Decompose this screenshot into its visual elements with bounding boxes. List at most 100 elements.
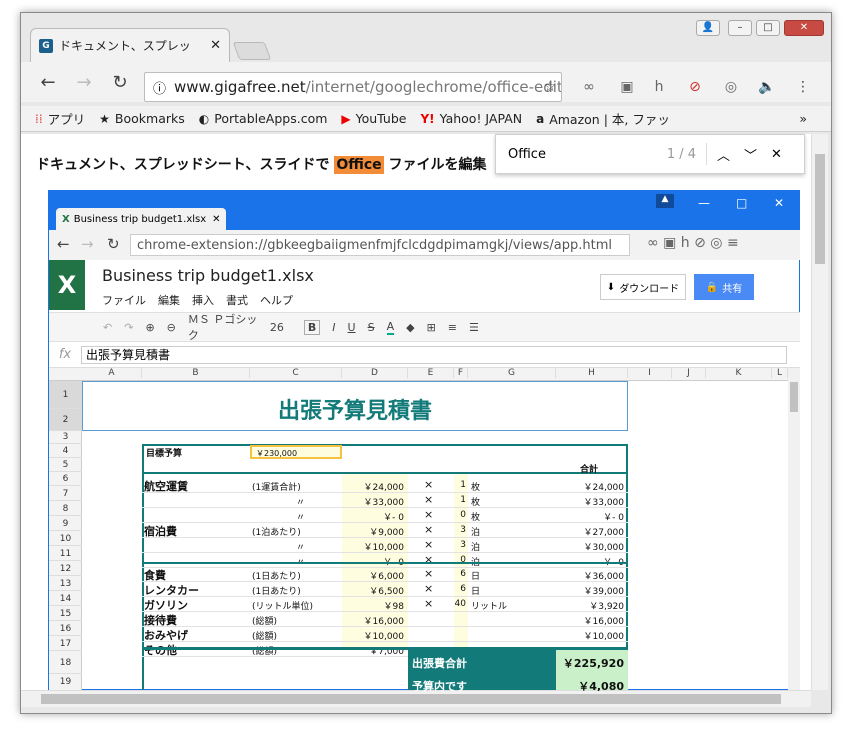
- document-title[interactable]: Business trip budget1.xlsx: [102, 266, 314, 285]
- text-color-icon[interactable]: A: [386, 320, 395, 335]
- bookmarks-more[interactable]: »: [799, 111, 807, 126]
- find-next-icon[interactable]: ﹀: [744, 145, 757, 164]
- bookmark-bookmarks[interactable]: ★ Bookmarks: [99, 111, 185, 126]
- row-header[interactable]: 13: [49, 577, 82, 591]
- row-header[interactable]: 4: [49, 444, 82, 458]
- inner-extensions-icon[interactable]: ∞ ▣ h ⊘ ◎ ≡: [647, 235, 739, 251]
- row-header[interactable]: 15: [49, 607, 82, 621]
- maximize-button[interactable]: □: [756, 20, 780, 36]
- menu-format[interactable]: 書式: [226, 292, 248, 308]
- inner-user-icon[interactable]: ▲: [656, 194, 674, 208]
- row-header[interactable]: 18: [49, 652, 82, 674]
- new-tab-button[interactable]: [232, 42, 272, 60]
- font-select[interactable]: ＭＳ Ｐゴシック: [188, 311, 258, 343]
- info-icon[interactable]: ⓘ: [153, 78, 166, 97]
- extension-office-icon[interactable]: ▣: [618, 78, 636, 96]
- row-header[interactable]: 11: [49, 547, 82, 561]
- column-header[interactable]: H: [556, 368, 628, 378]
- formula-input[interactable]: 出張予算見積書: [81, 345, 787, 364]
- inner-maximize-icon[interactable]: □: [736, 196, 747, 210]
- menu-insert[interactable]: 挿入: [192, 292, 214, 308]
- font-size-select[interactable]: 26: [270, 321, 292, 334]
- column-header[interactable]: D: [342, 368, 408, 378]
- menu-edit[interactable]: 編集: [158, 292, 180, 308]
- align-icon[interactable]: ☰: [469, 321, 479, 334]
- undo-icon[interactable]: ↶: [103, 321, 112, 334]
- column-header[interactable]: F: [454, 368, 468, 378]
- row-header[interactable]: 1: [49, 381, 82, 409]
- underline-button[interactable]: U: [348, 321, 356, 334]
- sheet-vertical-scrollbar[interactable]: [788, 368, 800, 690]
- user-icon[interactable]: 👤: [696, 20, 720, 36]
- download-button[interactable]: ⬇ ダウンロード: [600, 274, 686, 300]
- page-vertical-scrollbar[interactable]: [811, 134, 828, 690]
- column-header[interactable]: E: [408, 368, 454, 378]
- menu-file[interactable]: ファイル: [102, 292, 146, 308]
- extension-h-icon[interactable]: h: [650, 78, 668, 96]
- row-header[interactable]: 17: [49, 637, 82, 651]
- share-button[interactable]: 🔒 共有: [694, 274, 754, 300]
- column-header[interactable]: L: [772, 368, 788, 378]
- bookmark-apps[interactable]: ⁞⁞ アプリ: [35, 109, 85, 128]
- row-header[interactable]: 8: [49, 502, 82, 516]
- italic-button[interactable]: I: [332, 321, 335, 334]
- row-header[interactable]: 19: [49, 674, 82, 691]
- tab-close-icon[interactable]: ✕: [210, 38, 221, 53]
- row-header[interactable]: 10: [49, 532, 82, 546]
- column-header[interactable]: G: [468, 368, 556, 378]
- bold-button[interactable]: B: [303, 319, 321, 335]
- zoom-in-icon[interactable]: ⊕: [145, 321, 154, 334]
- wrap-icon[interactable]: ≡: [448, 321, 457, 334]
- row-header[interactable]: 14: [49, 592, 82, 606]
- row-header[interactable]: 5: [49, 458, 82, 472]
- menu-kebab-icon[interactable]: ⋮: [794, 78, 812, 96]
- zoom-out-icon[interactable]: ⊖: [167, 321, 176, 334]
- forward-icon[interactable]: →: [73, 72, 95, 93]
- column-header[interactable]: B: [142, 368, 250, 378]
- extension-block-icon[interactable]: ⊘: [686, 78, 704, 96]
- borders-icon[interactable]: ⊞: [427, 321, 436, 334]
- redo-icon[interactable]: ↷: [124, 321, 133, 334]
- bookmark-amazon[interactable]: a Amazon | 本, ファッ: [536, 109, 670, 128]
- bookmark-youtube[interactable]: ▶ YouTube: [341, 111, 406, 126]
- inner-reload-icon[interactable]: ↻: [107, 235, 120, 253]
- bookmark-star-icon[interactable]: ☆: [541, 78, 559, 96]
- column-header[interactable]: I: [628, 368, 672, 378]
- find-prev-icon[interactable]: ︿: [717, 145, 730, 164]
- inner-address-bar[interactable]: chrome-extension://gbkeegbaiigmenfmjfclc…: [130, 234, 630, 256]
- reload-icon[interactable]: ↻: [109, 72, 131, 93]
- bookmark-portableapps[interactable]: ◐ PortableApps.com: [199, 111, 328, 126]
- page-horizontal-scrollbar[interactable]: [21, 690, 811, 707]
- menu-help[interactable]: ヘルプ: [260, 292, 293, 308]
- close-button[interactable]: ✕: [784, 20, 824, 36]
- tab-active[interactable]: G ドキュメント、スプレッ ✕: [30, 28, 230, 62]
- extension-infinity-icon[interactable]: ∞: [580, 78, 598, 96]
- fill-color-icon[interactable]: ◆: [406, 321, 414, 334]
- row-header[interactable]: 7: [49, 487, 82, 501]
- inner-tab[interactable]: X Business trip budget1.xlsx ✕: [56, 208, 226, 230]
- minimize-button[interactable]: –: [728, 20, 752, 36]
- row-header[interactable]: 16: [49, 622, 82, 636]
- bookmark-yahoo[interactable]: Y! Yahoo! JAPAN: [420, 111, 522, 126]
- inner-minimize-icon[interactable]: —: [698, 196, 710, 210]
- find-close-icon[interactable]: ✕: [771, 147, 782, 162]
- row-header[interactable]: 2: [49, 409, 82, 431]
- strikethrough-button[interactable]: S: [368, 321, 375, 334]
- find-input[interactable]: Office: [496, 147, 656, 162]
- row-header[interactable]: 3: [49, 431, 82, 444]
- row-header[interactable]: 9: [49, 517, 82, 531]
- back-icon[interactable]: ←: [37, 72, 59, 93]
- address-bar[interactable]: ⓘ www.gigafree.net/internet/googlechrome…: [144, 72, 562, 102]
- row-header[interactable]: 12: [49, 562, 82, 576]
- inner-tab-close-icon[interactable]: ✕: [212, 214, 220, 225]
- extension-compass-icon[interactable]: ◎: [722, 78, 740, 96]
- spreadsheet-grid[interactable]: 出張予算見積書 目標予算 ￥230,000 合計 航空運賃 (1運賃合計) ￥24,000 ×…: [82, 381, 788, 691]
- column-header[interactable]: A: [82, 368, 142, 378]
- column-header[interactable]: C: [250, 368, 342, 378]
- row-header[interactable]: 6: [49, 472, 82, 486]
- column-header[interactable]: J: [672, 368, 706, 378]
- column-header[interactable]: K: [706, 368, 772, 378]
- inner-back-icon[interactable]: ←: [57, 235, 70, 253]
- inner-close-icon[interactable]: ✕: [774, 196, 784, 210]
- extension-sound-icon[interactable]: 🔈: [758, 78, 776, 96]
